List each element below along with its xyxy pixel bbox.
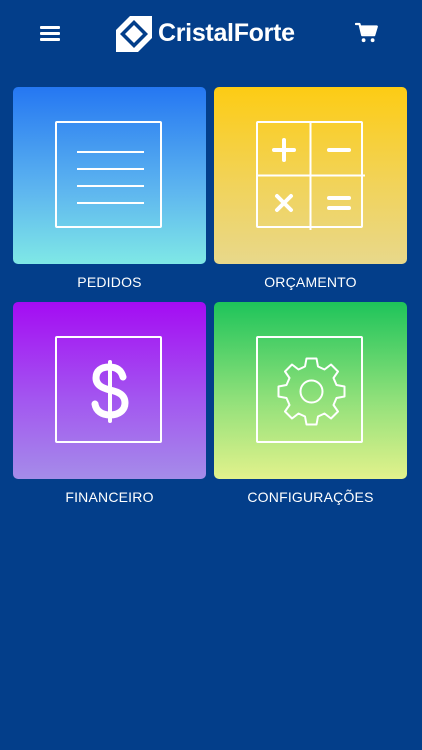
tile-configuracoes[interactable] (214, 302, 407, 479)
tile-icon-frame (256, 336, 363, 443)
app-header: CristalForte (0, 0, 422, 66)
menu-button[interactable] (40, 24, 62, 42)
tile-label-financeiro[interactable]: FINANCEIRO (13, 489, 206, 505)
menu-bar-bottom (40, 38, 60, 41)
brand-mark-icon (116, 15, 152, 52)
brand-logo: CristalForte (116, 15, 295, 52)
tile-icon-frame (55, 121, 162, 228)
menu-bar-middle (40, 32, 60, 35)
tile-label-configuracoes[interactable]: CONFIGURAÇÕES (214, 489, 407, 505)
dollar-icon (91, 360, 129, 423)
document-lines-icon (77, 151, 144, 204)
tile-label-orcamento[interactable]: ORÇAMENTO (214, 274, 407, 290)
tile-label-pedidos[interactable]: PEDIDOS (13, 274, 206, 290)
tile-icon-frame (55, 336, 162, 443)
menu-bar-top (40, 26, 60, 29)
shopping-cart-icon[interactable] (355, 21, 379, 45)
tile-icon-frame (256, 121, 365, 230)
tile-financeiro[interactable] (13, 302, 206, 479)
tile-orcamento[interactable] (214, 87, 407, 264)
calculator-icon (258, 123, 365, 230)
tile-pedidos[interactable] (13, 87, 206, 264)
gear-icon (277, 357, 346, 426)
brand-name: CristalForte (158, 19, 295, 47)
